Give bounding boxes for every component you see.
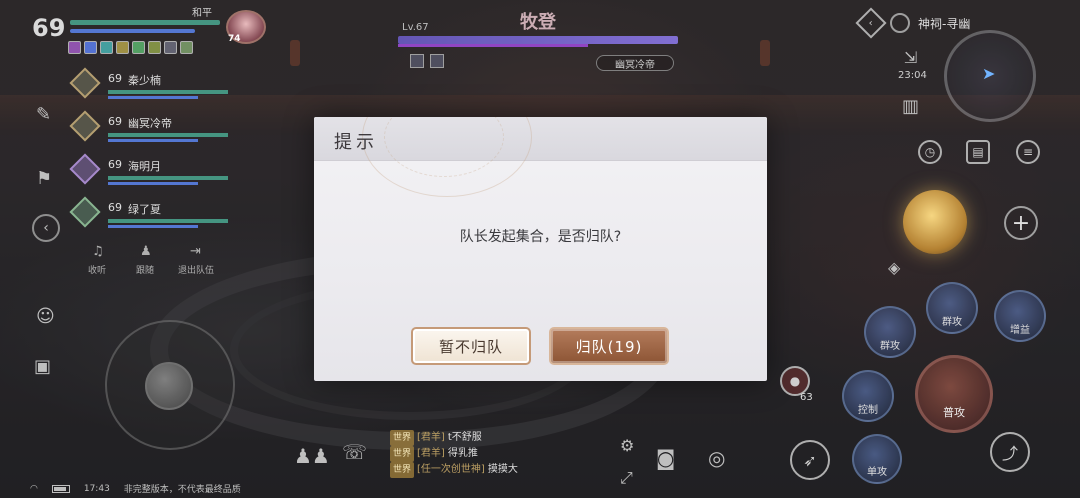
rejoin-team-dialog: 提示 队长发起集合，是否归队? 暂不归队 归队(19) (314, 117, 767, 381)
dialog-message: 队长发起集合，是否归队? (459, 229, 622, 245)
dialog-header: 提示 (314, 117, 767, 197)
dialog-title: 提示 (334, 132, 378, 153)
decline-rejoin-button[interactable]: 暂不归队 (411, 327, 531, 365)
rejoin-team-button[interactable]: 归队(19) (549, 327, 669, 365)
